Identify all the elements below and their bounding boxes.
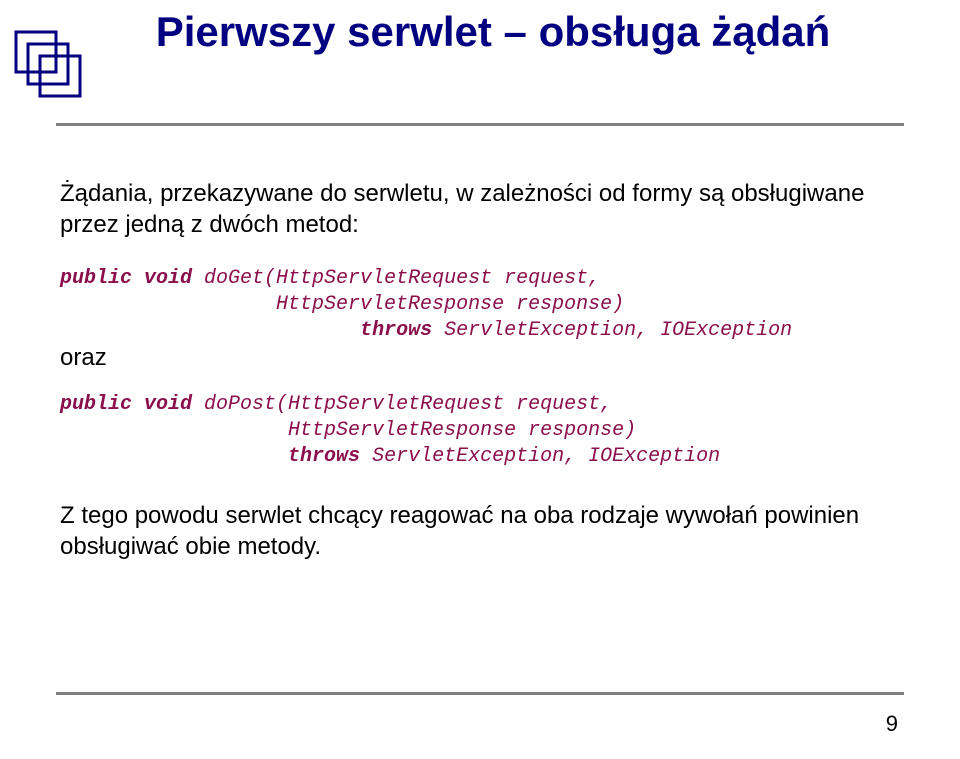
intro-text: Żądania, przekazywane do serwletu, w zal… (60, 178, 900, 240)
keyword: public void (60, 393, 192, 416)
footer-divider (56, 692, 904, 695)
and-label: oraz (60, 342, 900, 373)
code-text (60, 445, 288, 468)
code-text: doPost(HttpServletRequest request, (192, 393, 612, 416)
keyword: throws (288, 445, 360, 468)
slide-title: Pierwszy serwlet – obsługa żądań (106, 6, 900, 56)
code-text: ServletException, IOException (360, 445, 720, 468)
code-text (60, 319, 360, 342)
page-number: 9 (886, 711, 898, 737)
code-text: HttpServletResponse response) (60, 419, 636, 442)
code-text: doGet(HttpServletRequest request, (192, 267, 600, 290)
header: Pierwszy serwlet – obsługa żądań (60, 0, 900, 109)
outro-text: Z tego powodu serwlet chcący reagować na… (60, 500, 900, 562)
slide: Pierwszy serwlet – obsługa żądań Żądania… (0, 0, 960, 759)
keyword: public void (60, 267, 192, 290)
logo-icon (10, 26, 88, 109)
keyword: throws (360, 319, 432, 342)
code-block-dopost: public void doPost(HttpServletRequest re… (60, 392, 900, 470)
code-text: ServletException, IOException (432, 319, 792, 342)
code-text: HttpServletResponse response) (60, 293, 624, 316)
body: Żądania, przekazywane do serwletu, w zal… (60, 126, 900, 562)
code-block-doget: public void doGet(HttpServletRequest req… (60, 266, 900, 344)
